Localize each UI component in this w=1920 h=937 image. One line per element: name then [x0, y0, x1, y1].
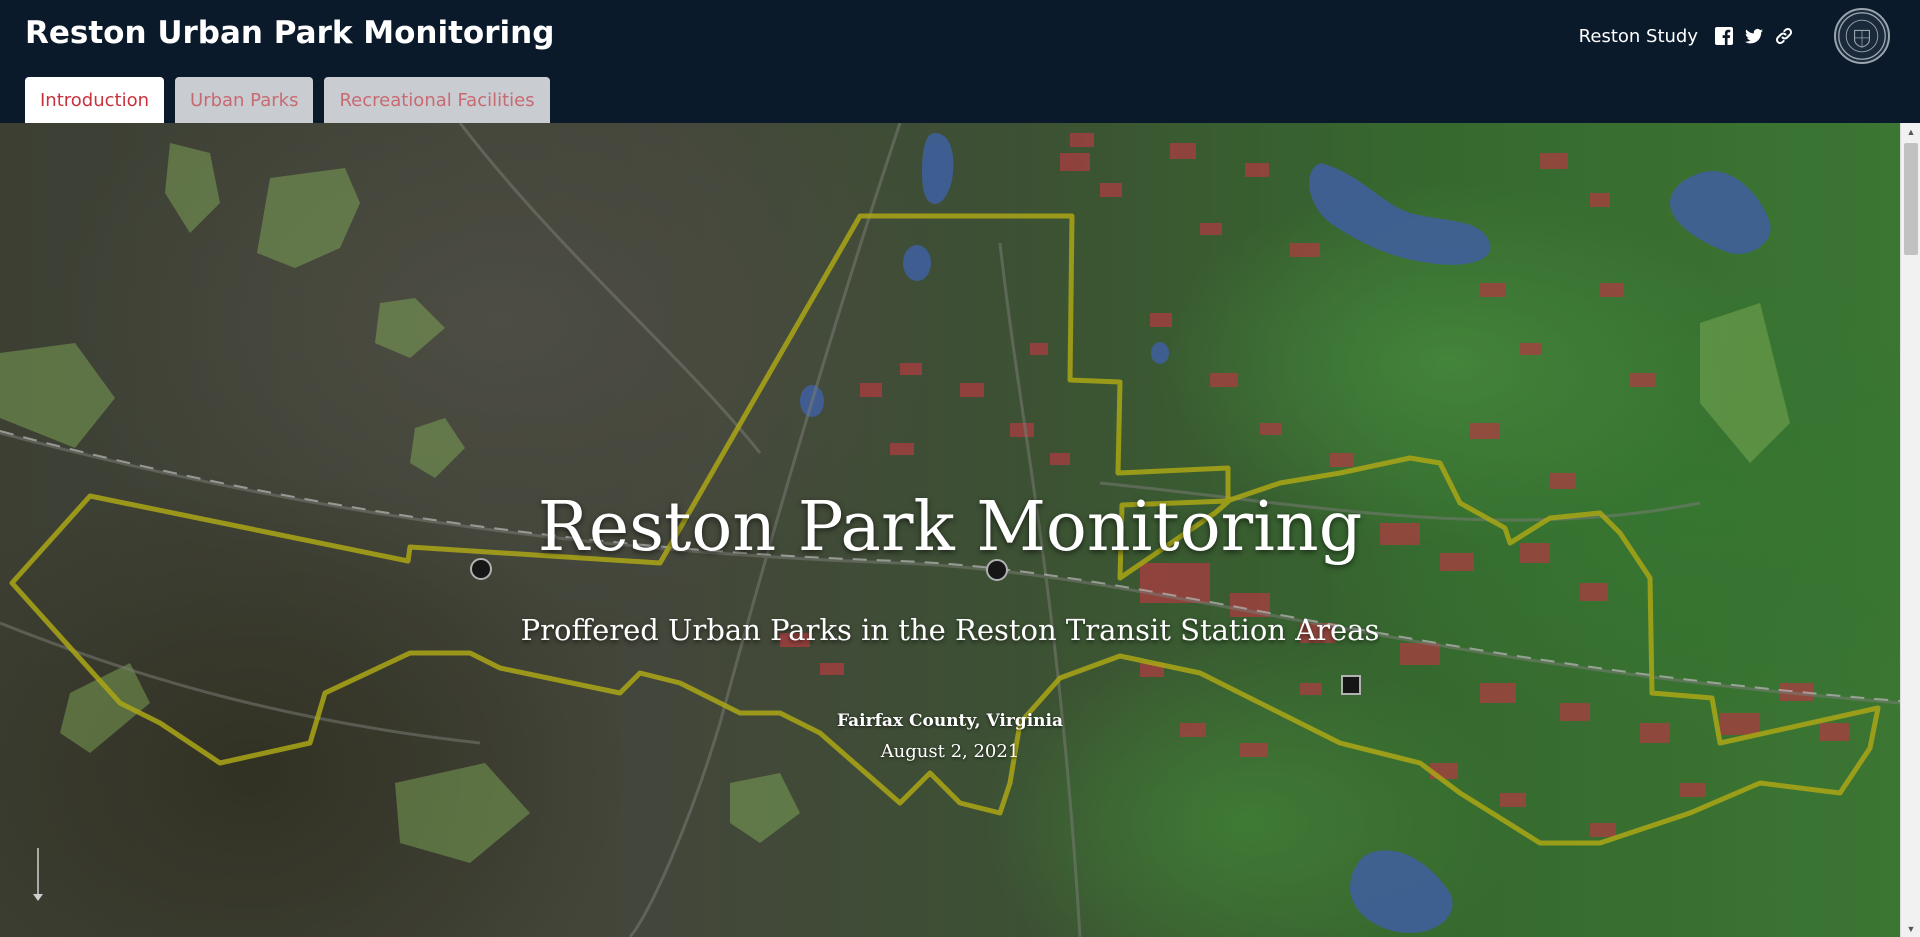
reston-study-link[interactable]: Reston Study [1579, 26, 1698, 47]
tab-introduction[interactable]: Introduction [25, 77, 165, 123]
hero-map-banner: Reston Park Monitoring Proffered Urban P… [0, 123, 1900, 937]
tab-recreational-facilities[interactable]: Recreational Facilities [324, 77, 550, 123]
tab-urban-parks[interactable]: Urban Parks [175, 77, 314, 123]
twitter-icon[interactable] [1744, 26, 1764, 46]
down-arrow-icon[interactable] [30, 848, 46, 903]
scroll-up-arrow-icon[interactable]: ▲ [1901, 123, 1920, 140]
top-header: Reston Urban Park Monitoring Introductio… [0, 0, 1920, 123]
header-links: Reston Study [1579, 8, 1890, 64]
app-title: Reston Urban Park Monitoring [25, 15, 555, 51]
facebook-icon[interactable] [1714, 26, 1734, 46]
page-scrollbar[interactable]: ▲ ▼ [1900, 123, 1920, 937]
scroll-down-arrow-icon[interactable]: ▼ [1901, 920, 1920, 937]
scrollbar-thumb[interactable] [1904, 143, 1918, 255]
aerial-map-background [0, 123, 1900, 937]
link-icon[interactable] [1774, 26, 1794, 46]
tab-bar: Introduction Urban Parks Recreational Fa… [25, 77, 550, 123]
county-seal-logo[interactable] [1834, 8, 1890, 64]
